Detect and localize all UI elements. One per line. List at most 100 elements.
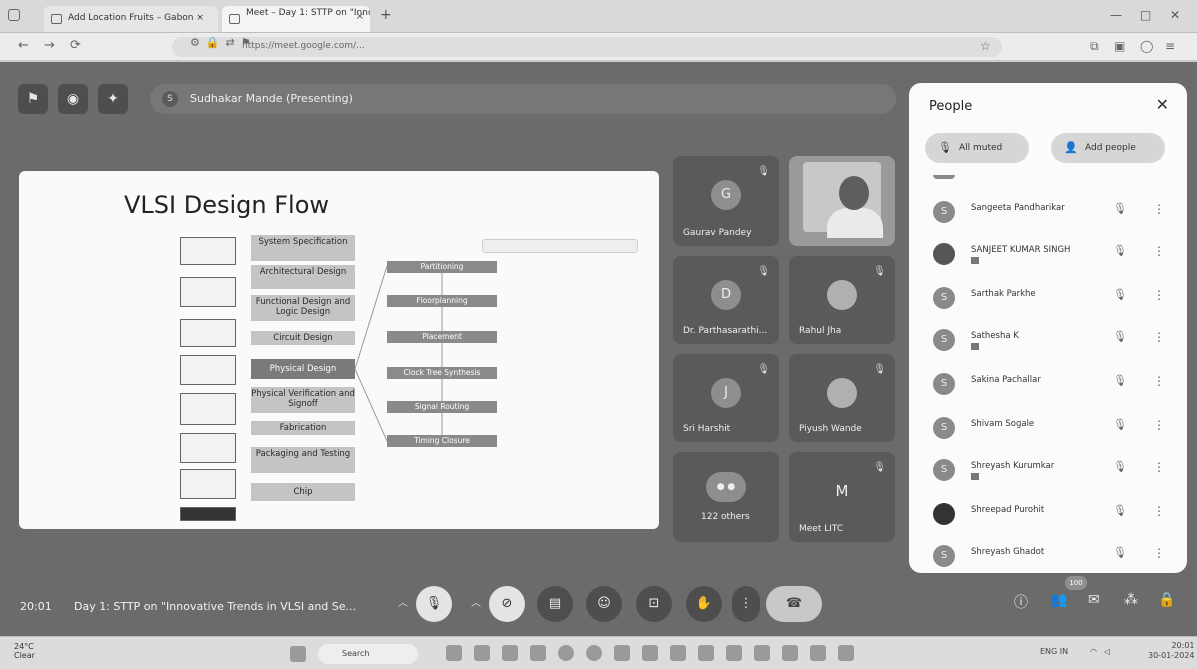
participant-row[interactable]: Shreepad Purohit 🎙 ⋮ — [909, 495, 1187, 537]
participant-row[interactable]: S Sathesha K 🎙 ⋮ — [909, 321, 1187, 363]
raise-hand-button[interactable]: ✋ — [686, 586, 722, 622]
present-button[interactable]: ⊡ — [636, 586, 672, 622]
reload-icon[interactable]: ⟳ — [70, 38, 81, 53]
close-window-icon[interactable]: ✕ — [1170, 8, 1180, 22]
more-vert-icon[interactable]: ⋮ — [1153, 546, 1165, 560]
extensions-icon[interactable]: ⧉ — [1090, 39, 1099, 54]
browser-taskbar-icon[interactable] — [558, 645, 574, 661]
chat-icon[interactable]: ✉ — [1088, 592, 1100, 608]
participant-name: Sarthak Parkhe — [971, 289, 1036, 299]
menu-icon[interactable]: ≡ — [1165, 39, 1175, 53]
participant-row[interactable]: S Sangeeta Pandharikar 🎙 ⋮ — [909, 193, 1187, 235]
taskbar-app-icon[interactable] — [670, 645, 686, 661]
participant-row[interactable]: S Sarthak Parkhe 🎙 ⋮ — [909, 279, 1187, 321]
browser-tab-1[interactable]: Add Location Fruits – Gabon × — [44, 6, 218, 32]
new-tab-button[interactable]: + — [380, 7, 392, 23]
camera-toggle-button[interactable]: ⊘ — [489, 586, 525, 622]
mic-off-icon[interactable]: 🎙 — [1113, 546, 1127, 559]
browser-tab-meet[interactable]: Meet – Day 1: STTP on "Innovat Apps" × — [222, 6, 370, 32]
taskbar-app-icon[interactable] — [754, 645, 770, 661]
taskbar-app-icon[interactable] — [474, 645, 490, 661]
tray-clock[interactable]: 20:01 30-01-2024 — [1148, 641, 1195, 661]
more-vert-icon[interactable]: ⋮ — [1153, 244, 1165, 258]
more-vert-icon[interactable]: ⋮ — [1153, 202, 1165, 216]
taskbar-search[interactable]: Search — [318, 644, 418, 664]
url-input[interactable]: https://meet.google.com/... — [172, 37, 1002, 57]
slide-toolbar[interactable] — [482, 239, 638, 253]
maximize-icon[interactable]: □ — [1140, 8, 1151, 22]
mic-options-chevron-icon[interactable]: ︿ — [398, 594, 408, 609]
more-vert-icon[interactable]: ⋮ — [1153, 330, 1165, 344]
more-vert-icon[interactable]: ⋮ — [1153, 418, 1165, 432]
start-icon[interactable] — [290, 646, 306, 662]
site-info-icons[interactable]: ⚙🔒⇄⚑ — [190, 36, 257, 49]
participant-tile[interactable]: 🎙 Rahul Jha — [789, 256, 895, 344]
forward-icon[interactable]: → — [44, 38, 55, 53]
captions-button[interactable]: ▤ — [537, 586, 573, 622]
mic-off-icon[interactable]: 🎙 — [1113, 330, 1127, 343]
profile-icon[interactable]: ◯ — [1140, 39, 1153, 53]
participant-row[interactable]: S Shivam Sogale 🎙 ⋮ — [909, 409, 1187, 451]
add-people-button[interactable]: 👤 Add people — [1051, 133, 1165, 163]
minimize-icon[interactable]: — — [1110, 8, 1122, 22]
avatar — [933, 503, 955, 525]
record-icon[interactable]: ◉ — [58, 84, 88, 114]
taskbar-app-icon[interactable] — [530, 645, 546, 661]
more-options-button[interactable]: ⋮ — [732, 586, 760, 622]
info-icon[interactable]: ⓘ — [1014, 592, 1028, 612]
emoji-button[interactable]: ☺ — [586, 586, 622, 622]
taskbar-app-icon[interactable] — [614, 645, 630, 661]
participant-list[interactable]: S Sangeeta Pandharikar 🎙 ⋮ SANJEET KUMAR… — [909, 173, 1187, 573]
participant-row[interactable]: SANJEET KUMAR SINGH 🎙 ⋮ — [909, 235, 1187, 277]
taskbar-app-icon[interactable] — [698, 645, 714, 661]
participant-row[interactable]: S Shreyash Ghadot 🎙 ⋮ — [909, 537, 1187, 573]
participant-video-tile[interactable] — [789, 156, 895, 246]
taskbar-app-icon[interactable] — [838, 645, 854, 661]
bookmark-icon[interactable]: ☆ — [980, 39, 991, 53]
people-icon[interactable]: 👥 — [1050, 592, 1067, 608]
all-muted-button[interactable]: 🎙 All muted — [925, 133, 1029, 163]
leave-call-button[interactable]: ☎ — [766, 586, 822, 622]
mic-off-icon[interactable]: 🎙 — [1113, 288, 1127, 301]
taskbar-app-icon[interactable] — [642, 645, 658, 661]
mic-off-icon[interactable]: 🎙 — [1113, 374, 1127, 387]
weather-widget[interactable]: 24°C Clear — [14, 642, 35, 660]
close-tab-icon[interactable]: × — [356, 12, 364, 22]
mic-off-icon[interactable]: 🎙 — [1113, 418, 1127, 431]
activities-grid-icon[interactable]: ⁂ — [1124, 592, 1138, 608]
participant-tile[interactable]: 🎙 M Meet LITC — [789, 452, 895, 542]
wifi-icon[interactable]: ◠ — [1090, 647, 1097, 656]
others-tile[interactable]: ● ● 122 others — [673, 452, 779, 542]
participant-tile[interactable]: 🎙 G Gaurav Pandey — [673, 156, 779, 246]
participant-row[interactable]: S Shreyash Kurumkar 🎙 ⋮ — [909, 451, 1187, 493]
more-vert-icon[interactable]: ⋮ — [1153, 504, 1165, 518]
chrome-taskbar-icon[interactable] — [586, 645, 602, 661]
mic-off-icon[interactable]: 🎙 — [1113, 504, 1127, 517]
volume-icon[interactable]: ◁ — [1104, 647, 1110, 656]
flag-icon[interactable]: ⚑ — [18, 84, 48, 114]
mic-off-icon[interactable]: 🎙 — [1113, 202, 1127, 215]
taskbar-app-icon[interactable] — [782, 645, 798, 661]
host-controls-icon[interactable]: 🔒 — [1158, 592, 1175, 608]
taskbar-app-icon[interactable] — [726, 645, 742, 661]
mic-off-icon[interactable]: 🎙 — [1113, 460, 1127, 473]
participant-tile[interactable]: 🎙 J Sri Harshit — [673, 354, 779, 442]
taskbar-app-icon[interactable] — [810, 645, 826, 661]
participant-row[interactable]: S Sakina Pachallar 🎙 ⋮ — [909, 365, 1187, 407]
mic-toggle-button[interactable]: 🎙 — [416, 586, 452, 622]
taskbar-app-icon[interactable] — [502, 645, 518, 661]
more-vert-icon[interactable]: ⋮ — [1153, 460, 1165, 474]
mic-off-icon[interactable]: 🎙 — [1113, 244, 1127, 257]
more-vert-icon[interactable]: ⋮ — [1153, 288, 1165, 302]
tray-lang[interactable]: ENG IN — [1040, 647, 1068, 656]
participant-tile[interactable]: 🎙 D Dr. Parthasarathi... — [673, 256, 779, 344]
collections-icon[interactable]: ▣ — [1114, 39, 1125, 53]
more-vert-icon[interactable]: ⋮ — [1153, 374, 1165, 388]
tab-actions-icon[interactable] — [8, 9, 20, 21]
close-icon[interactable]: ✕ — [1156, 95, 1169, 114]
activities-icon[interactable]: ✦ — [98, 84, 128, 114]
back-icon[interactable]: ← — [18, 38, 29, 53]
participant-tile[interactable]: 🎙 Piyush Wande — [789, 354, 895, 442]
taskbar-app-icon[interactable] — [446, 645, 462, 661]
camera-options-chevron-icon[interactable]: ︿ — [471, 594, 481, 609]
